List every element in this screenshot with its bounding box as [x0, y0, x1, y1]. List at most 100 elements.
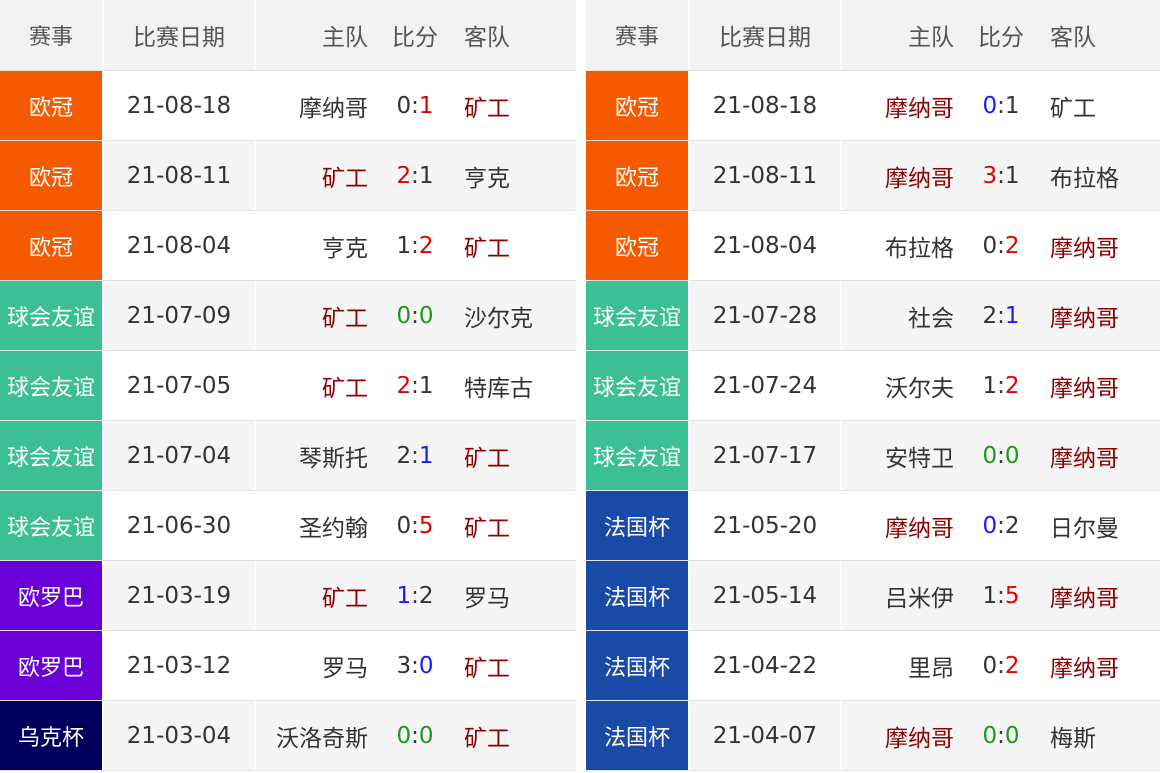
home-team[interactable]: 圣约翰 — [256, 491, 368, 560]
match-score[interactable]: 2:1 — [976, 281, 1026, 350]
match-row[interactable]: 欧冠 21-08-18 摩纳哥 0:1 矿工 — [586, 71, 1160, 141]
away-team[interactable]: 沙尔克 — [464, 281, 574, 350]
competition-badge[interactable]: 欧冠 — [0, 71, 102, 140]
match-row[interactable]: 法国杯 21-04-22 里昂 0:2 摩纳哥 — [586, 631, 1160, 701]
home-team[interactable]: 矿工 — [256, 281, 368, 350]
home-team[interactable]: 布拉格 — [842, 211, 954, 280]
match-row[interactable]: 法国杯 21-05-20 摩纳哥 0:2 日尔曼 — [586, 491, 1160, 561]
match-score[interactable]: 1:2 — [390, 561, 440, 630]
competition-badge[interactable]: 法国杯 — [586, 561, 688, 630]
match-score[interactable]: 1:2 — [976, 351, 1026, 420]
match-score[interactable]: 3:1 — [976, 141, 1026, 210]
match-score[interactable]: 0:2 — [976, 211, 1026, 280]
home-team[interactable]: 矿工 — [256, 141, 368, 210]
match-row[interactable]: 欧冠 21-08-11 矿工 2:1 亨克 — [0, 141, 576, 211]
competition-badge[interactable]: 欧冠 — [0, 211, 102, 280]
match-score[interactable]: 0:5 — [390, 491, 440, 560]
away-team[interactable]: 矿工 — [464, 71, 574, 140]
match-score[interactable]: 0:0 — [976, 701, 1026, 770]
match-score[interactable]: 3:0 — [390, 631, 440, 700]
competition-badge[interactable]: 球会友谊 — [586, 281, 688, 350]
home-team[interactable]: 里昂 — [842, 631, 954, 700]
match-row[interactable]: 球会友谊 21-07-04 琴斯托 2:1 矿工 — [0, 421, 576, 491]
home-team[interactable]: 安特卫 — [842, 421, 954, 490]
away-team[interactable]: 摩纳哥 — [1050, 421, 1160, 490]
competition-badge[interactable]: 球会友谊 — [0, 491, 102, 560]
competition-badge[interactable]: 欧冠 — [586, 71, 688, 140]
match-row[interactable]: 乌克杯 21-03-04 沃洛奇斯 0:0 矿工 — [0, 701, 576, 771]
match-score[interactable]: 0:2 — [976, 491, 1026, 560]
match-score[interactable]: 2:1 — [390, 351, 440, 420]
competition-badge[interactable]: 欧罗巴 — [0, 561, 102, 630]
competition-badge[interactable]: 法国杯 — [586, 701, 688, 770]
match-row[interactable]: 球会友谊 21-07-17 安特卫 0:0 摩纳哥 — [586, 421, 1160, 491]
match-row[interactable]: 球会友谊 21-06-30 圣约翰 0:5 矿工 — [0, 491, 576, 561]
home-team[interactable]: 罗马 — [256, 631, 368, 700]
match-row[interactable]: 欧冠 21-08-04 布拉格 0:2 摩纳哥 — [586, 211, 1160, 281]
match-score[interactable]: 1:5 — [976, 561, 1026, 630]
away-team[interactable]: 矿工 — [464, 491, 574, 560]
away-team[interactable]: 矿工 — [1050, 71, 1160, 140]
away-team[interactable]: 梅斯 — [1050, 701, 1160, 770]
away-team[interactable]: 矿工 — [464, 211, 574, 280]
match-score[interactable]: 0:1 — [976, 71, 1026, 140]
match-score[interactable]: 2:1 — [390, 421, 440, 490]
away-team[interactable]: 矿工 — [464, 631, 574, 700]
home-team[interactable]: 沃尔夫 — [842, 351, 954, 420]
home-team[interactable]: 摩纳哥 — [842, 701, 954, 770]
home-team[interactable]: 吕米伊 — [842, 561, 954, 630]
home-team[interactable]: 摩纳哥 — [842, 491, 954, 560]
away-team[interactable]: 罗马 — [464, 561, 574, 630]
away-team[interactable]: 摩纳哥 — [1050, 211, 1160, 280]
competition-badge[interactable]: 欧罗巴 — [0, 631, 102, 700]
home-team[interactable]: 矿工 — [256, 351, 368, 420]
match-score[interactable]: 1:2 — [390, 211, 440, 280]
match-row[interactable]: 法国杯 21-04-07 摩纳哥 0:0 梅斯 — [586, 701, 1160, 771]
match-row[interactable]: 欧冠 21-08-04 亨克 1:2 矿工 — [0, 211, 576, 281]
match-row[interactable]: 球会友谊 21-07-05 矿工 2:1 特库古 — [0, 351, 576, 421]
match-row[interactable]: 球会友谊 21-07-24 沃尔夫 1:2 摩纳哥 — [586, 351, 1160, 421]
match-score[interactable]: 2:1 — [390, 141, 440, 210]
competition-badge[interactable]: 球会友谊 — [0, 421, 102, 490]
away-team[interactable]: 特库古 — [464, 351, 574, 420]
competition-badge[interactable]: 欧冠 — [586, 211, 688, 280]
match-score[interactable]: 0:2 — [976, 631, 1026, 700]
away-team[interactable]: 摩纳哥 — [1050, 631, 1160, 700]
match-row[interactable]: 法国杯 21-05-14 吕米伊 1:5 摩纳哥 — [586, 561, 1160, 631]
match-row[interactable]: 欧罗巴 21-03-12 罗马 3:0 矿工 — [0, 631, 576, 701]
competition-badge[interactable]: 球会友谊 — [0, 281, 102, 350]
away-team[interactable]: 摩纳哥 — [1050, 561, 1160, 630]
match-row[interactable]: 球会友谊 21-07-09 矿工 0:0 沙尔克 — [0, 281, 576, 351]
competition-badge[interactable]: 球会友谊 — [586, 351, 688, 420]
competition-badge[interactable]: 欧冠 — [586, 141, 688, 210]
home-team[interactable]: 矿工 — [256, 561, 368, 630]
match-score[interactable]: 0:0 — [976, 421, 1026, 490]
match-row[interactable]: 欧冠 21-08-11 摩纳哥 3:1 布拉格 — [586, 141, 1160, 211]
match-score[interactable]: 0:1 — [390, 71, 440, 140]
match-row[interactable]: 球会友谊 21-07-28 社会 2:1 摩纳哥 — [586, 281, 1160, 351]
home-team[interactable]: 社会 — [842, 281, 954, 350]
match-score[interactable]: 0:0 — [390, 281, 440, 350]
match-score[interactable]: 0:0 — [390, 701, 440, 770]
competition-badge[interactable]: 欧冠 — [0, 141, 102, 210]
competition-badge[interactable]: 乌克杯 — [0, 701, 102, 770]
home-team[interactable]: 摩纳哥 — [842, 141, 954, 210]
home-team[interactable]: 摩纳哥 — [256, 71, 368, 140]
competition-badge[interactable]: 球会友谊 — [586, 421, 688, 490]
competition-badge[interactable]: 法国杯 — [586, 631, 688, 700]
away-team[interactable]: 布拉格 — [1050, 141, 1160, 210]
home-team[interactable]: 琴斯托 — [256, 421, 368, 490]
home-team[interactable]: 摩纳哥 — [842, 71, 954, 140]
home-team[interactable]: 亨克 — [256, 211, 368, 280]
match-row[interactable]: 欧冠 21-08-18 摩纳哥 0:1 矿工 — [0, 71, 576, 141]
match-row[interactable]: 欧罗巴 21-03-19 矿工 1:2 罗马 — [0, 561, 576, 631]
away-team[interactable]: 亨克 — [464, 141, 574, 210]
competition-badge[interactable]: 法国杯 — [586, 491, 688, 560]
competition-badge[interactable]: 球会友谊 — [0, 351, 102, 420]
home-team[interactable]: 沃洛奇斯 — [256, 701, 368, 770]
away-team[interactable]: 矿工 — [464, 421, 574, 490]
away-team[interactable]: 摩纳哥 — [1050, 351, 1160, 420]
away-team[interactable]: 摩纳哥 — [1050, 281, 1160, 350]
away-team[interactable]: 日尔曼 — [1050, 491, 1160, 560]
away-team[interactable]: 矿工 — [464, 701, 574, 770]
